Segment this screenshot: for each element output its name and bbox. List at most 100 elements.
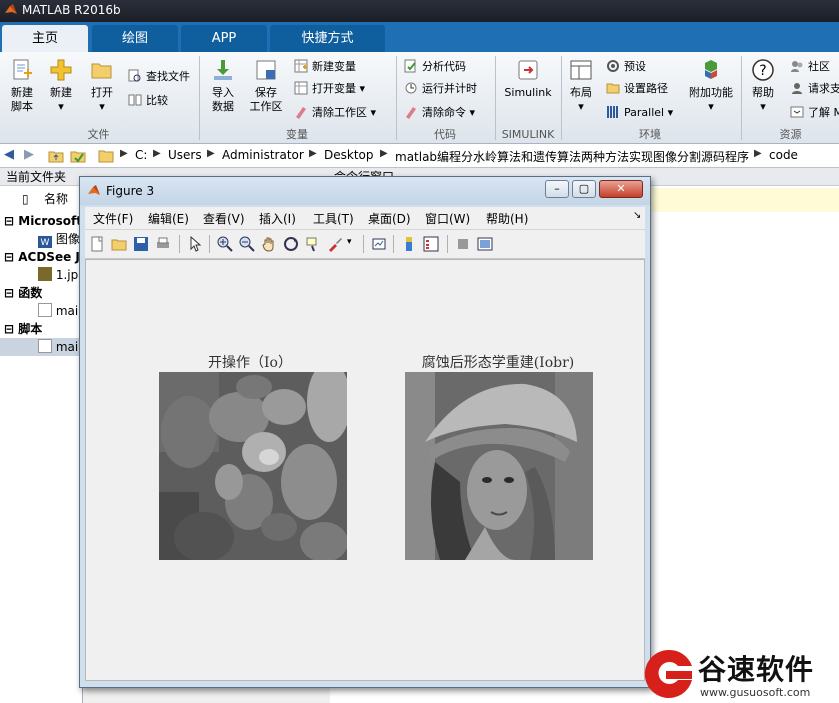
new-variable-button[interactable]: 新建变量 (294, 58, 356, 76)
request-support-link[interactable]: 请求支 (790, 80, 839, 98)
new-figure-icon[interactable] (89, 236, 105, 252)
back-arrow-icon[interactable]: ◀ (4, 147, 14, 162)
preferences-button[interactable]: 预设 (606, 58, 646, 76)
column-header-name[interactable]: 名称 (44, 190, 68, 208)
find-files-button[interactable]: 查找文件 (128, 68, 190, 86)
list-group-header[interactable]: ⊟ 脚本 (4, 320, 42, 338)
zoom-in-icon[interactable] (217, 236, 233, 252)
menu-file[interactable]: 文件(F) (93, 210, 133, 227)
ribbon-tab-bar: 主页 绘图 APP 快捷方式 (0, 22, 839, 52)
dropdown-arrow-icon: ▾ (578, 100, 584, 113)
path-segment[interactable]: C: (135, 148, 147, 162)
toolbar-divider (209, 235, 210, 253)
opened-image-plot[interactable] (159, 372, 347, 560)
path-separator: ▶ (120, 148, 128, 159)
list-item-selected[interactable]: mai (0, 338, 83, 356)
tab-apps[interactable]: APP (181, 25, 267, 52)
analyze-code-button[interactable]: 分析代码 (404, 58, 466, 76)
brush-icon[interactable] (327, 236, 343, 252)
parallel-button[interactable]: Parallel ▾ (606, 104, 673, 122)
clear-commands-button[interactable]: 清除命令 ▾ (404, 104, 475, 122)
path-separator: ▶ (207, 148, 215, 159)
rotate-3d-icon[interactable] (283, 236, 299, 252)
maximize-button[interactable]: ▢ (572, 180, 596, 198)
current-folder-panel: 当前文件夹 ▯ 名称 ⊟ Microsoft W 图像 ⊟ ACDSee J 1… (0, 168, 330, 703)
tab-shortcuts[interactable]: 快捷方式 (270, 25, 385, 52)
reconstructed-image-plot[interactable] (405, 372, 593, 560)
list-item[interactable]: W 图像 (38, 230, 80, 248)
open-variable-button[interactable]: 打开变量 ▾ (294, 80, 365, 98)
pan-hand-icon[interactable] (261, 236, 277, 252)
word-doc-icon: W (38, 236, 52, 248)
new-button[interactable]: 新建 ▾ (45, 58, 77, 114)
figure-toolbar: ▾ (85, 229, 645, 259)
open-file-icon[interactable] (111, 236, 127, 252)
data-cursor-icon[interactable] (305, 236, 321, 252)
minimize-button[interactable]: – (545, 180, 569, 198)
new-variable-icon (294, 59, 308, 73)
figure-canvas[interactable]: 开操作（Io） 腐蚀后形态学重建(Iobr) (85, 259, 645, 681)
plot-title-right: 腐蚀后形态学重建(Iobr) (421, 355, 575, 371)
link-plot-icon[interactable] (371, 236, 387, 252)
zoom-out-icon[interactable] (239, 236, 255, 252)
forward-arrow-icon[interactable]: ▶ (24, 147, 34, 162)
path-segment[interactable]: code (769, 148, 798, 162)
path-segment[interactable]: Desktop (324, 148, 374, 162)
close-button[interactable]: ✕ (599, 180, 643, 198)
figure-window[interactable]: Figure 3 – ▢ ✕ 文件(F) 编辑(E) 查看(V) 插入(I) 工… (79, 176, 651, 688)
simulink-button[interactable]: Simulink (500, 58, 556, 100)
figure-title-bar[interactable]: Figure 3 – ▢ ✕ (80, 177, 650, 205)
compare-button[interactable]: 比较 (128, 92, 168, 110)
learn-matlab-link[interactable]: 了解 M (790, 104, 839, 122)
show-plot-tools-icon[interactable] (477, 236, 493, 252)
dropdown-arrow-icon: ▾ (667, 106, 674, 119)
hide-plot-tools-icon[interactable] (455, 236, 471, 252)
menu-tools[interactable]: 工具(T) (313, 210, 354, 227)
path-segment[interactable]: Administrator (222, 148, 304, 162)
save-workspace-icon (256, 60, 276, 80)
tab-plots[interactable]: 绘图 (92, 25, 178, 52)
up-folder-icon[interactable] (48, 148, 64, 164)
save-workspace-button[interactable]: 保存 工作区 (246, 58, 286, 114)
list-group-header[interactable]: ⊟ ACDSee J (4, 248, 80, 266)
help-button[interactable]: ? 帮助 ▾ (748, 58, 778, 114)
dropdown-arrow-icon[interactable]: ▾ (347, 237, 352, 247)
plot-title-left: 开操作（Io） (208, 355, 292, 371)
dropdown-arrow-icon: ▾ (99, 100, 105, 113)
print-icon[interactable] (155, 236, 171, 252)
menu-view[interactable]: 查看(V) (203, 210, 245, 227)
menu-edit[interactable]: 编辑(E) (148, 210, 189, 227)
list-group-header[interactable]: ⊟ 函数 (4, 284, 42, 302)
add-ons-button[interactable]: 附加功能 ▾ (686, 58, 736, 114)
list-group-header[interactable]: ⊟ Microsoft (4, 212, 82, 230)
tab-home[interactable]: 主页 (2, 25, 88, 52)
open-button[interactable]: 打开 ▾ (86, 58, 118, 114)
menu-desktop[interactable]: 桌面(D) (368, 210, 411, 227)
clear-workspace-button[interactable]: 清除工作区 ▾ (294, 104, 376, 122)
plus-icon (50, 59, 72, 81)
new-script-button[interactable]: 新建 脚本 (6, 58, 38, 114)
dropdown-arrow-icon: ▾ (760, 100, 766, 113)
community-icon (791, 61, 803, 72)
layout-icon (570, 60, 592, 80)
menu-window[interactable]: 窗口(W) (425, 210, 470, 227)
menu-help[interactable]: 帮助(H) (486, 210, 528, 227)
run-and-time-button[interactable]: 运行并计时 (404, 80, 477, 98)
layout-button[interactable]: 布局 ▾ (566, 58, 596, 114)
set-path-button[interactable]: 设置路径 (606, 80, 668, 98)
path-separator: ▶ (754, 148, 762, 159)
path-segment[interactable]: matlab编程分水岭算法和遗传算法两种方法实现图像分割源码程序 (395, 148, 749, 165)
matlab-logo-icon (5, 4, 17, 14)
list-item[interactable]: 1.jp (38, 266, 78, 284)
browse-folder-icon[interactable] (70, 148, 86, 164)
list-item[interactable]: mai (38, 302, 78, 320)
colorbar-icon[interactable] (401, 236, 417, 252)
import-data-button[interactable]: 导入 数据 (205, 58, 241, 114)
dock-arrow-icon[interactable]: ↘ (633, 210, 641, 221)
pointer-icon[interactable] (187, 236, 203, 252)
path-segment[interactable]: Users (168, 148, 202, 162)
legend-icon[interactable] (423, 236, 439, 252)
save-icon[interactable] (133, 236, 149, 252)
menu-insert[interactable]: 插入(I) (259, 210, 296, 227)
community-link[interactable]: 社区 (790, 58, 830, 76)
